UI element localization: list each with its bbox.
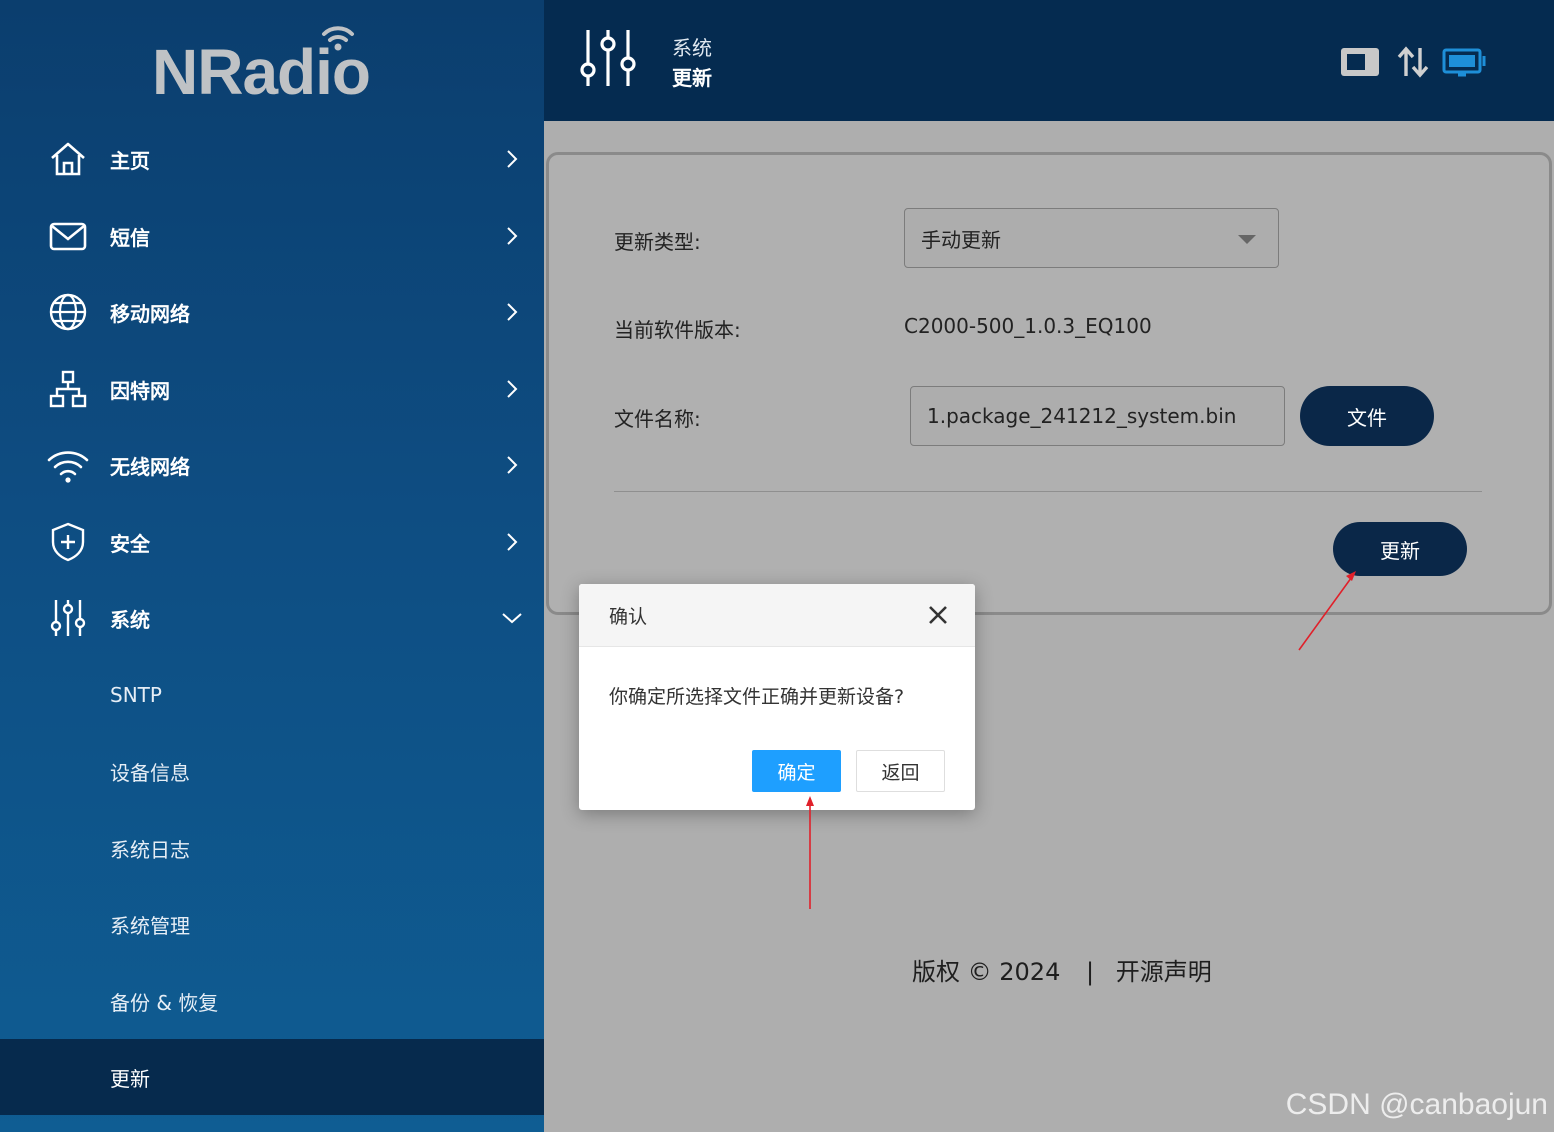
sidebar-item-label: 短信 xyxy=(110,225,150,250)
version-value: C2000-500_1.0.3_EQ100 xyxy=(904,314,1152,338)
sidebar-item-label: 系统 xyxy=(110,607,150,632)
top-header: 系统 更新 xyxy=(544,0,1554,121)
sidebar-item-label: 无线网络 xyxy=(110,454,190,479)
sidebar-item-label: 移动网络 xyxy=(110,301,190,326)
confirm-back-button[interactable]: 返回 xyxy=(856,750,945,792)
sidebar-item-system[interactable]: 系统 xyxy=(0,580,544,656)
dropdown-caret-icon xyxy=(1238,235,1256,244)
chevron-right-icon xyxy=(507,227,518,245)
choose-file-button[interactable]: 文件 xyxy=(1300,386,1434,446)
footer-separator: | xyxy=(1085,958,1095,986)
sliders-icon xyxy=(46,596,90,640)
sidebar-subitem-backup-restore[interactable]: 备份 & 恢复 xyxy=(0,963,544,1039)
shield-icon xyxy=(46,520,90,564)
footer: 版权 © 2024 | 开源声明 xyxy=(912,952,1216,987)
sidebar-item-label: 安全 xyxy=(110,531,150,556)
chevron-right-icon xyxy=(507,533,518,551)
confirm-ok-button[interactable]: 确定 xyxy=(752,750,841,792)
copyright-text: 版权 © 2024 xyxy=(912,958,1061,986)
dialog-header: 确认 xyxy=(579,584,975,647)
sidebar-subitem-update[interactable]: 更新 xyxy=(0,1039,544,1115)
sidebar-item-wireless[interactable]: 无线网络 xyxy=(0,427,544,503)
sidebar-item-security[interactable]: 安全 xyxy=(0,504,544,580)
update-button[interactable]: 更新 xyxy=(1333,522,1467,576)
dialog-title: 确认 xyxy=(609,606,648,628)
sidebar-item-internet[interactable]: 因特网 xyxy=(0,351,544,427)
network-icon xyxy=(46,367,90,411)
logo-wifi-icon xyxy=(322,26,354,51)
watermark: CSDN @canbaojun xyxy=(1285,1088,1548,1121)
dialog-message: 你确定所选择文件正确并更新设备? xyxy=(609,686,905,708)
chevron-right-icon xyxy=(507,456,518,474)
sidebar-item-home[interactable]: 主页 xyxy=(0,121,544,197)
sidebar: NRadio 主页 短信 移动网络 因特网 无线网络 安全 系统 SNTP 设备… xyxy=(0,0,544,1132)
display-icon xyxy=(1442,48,1486,77)
wifi-icon xyxy=(46,443,90,487)
globe-icon xyxy=(46,290,90,334)
divider xyxy=(614,491,1482,492)
sidebar-subitem-sntp[interactable]: SNTP xyxy=(0,657,544,733)
home-icon xyxy=(46,137,90,181)
chevron-right-icon xyxy=(507,380,518,398)
sidebar-item-label: 主页 xyxy=(110,148,150,173)
transfer-arrows-icon xyxy=(1397,46,1429,78)
sidebar-subitem-system-management[interactable]: 系统管理 xyxy=(0,886,544,962)
sim-card-icon xyxy=(1341,48,1379,76)
breadcrumb-section: 系统 xyxy=(672,36,712,60)
page-title: 更新 xyxy=(672,66,712,90)
sliders-icon xyxy=(580,30,636,86)
sidebar-item-label: 因特网 xyxy=(110,378,170,403)
filename-field[interactable] xyxy=(910,386,1285,446)
version-label: 当前软件版本: xyxy=(614,318,741,342)
close-icon[interactable] xyxy=(927,604,949,626)
update-type-label: 更新类型: xyxy=(614,230,701,254)
filename-label: 文件名称: xyxy=(614,407,701,431)
chevron-right-icon xyxy=(507,150,518,168)
chevron-down-icon xyxy=(502,613,522,624)
open-source-link[interactable]: 开源声明 xyxy=(1116,958,1212,986)
update-type-select[interactable]: 手动更新 xyxy=(904,208,1279,268)
chevron-right-icon xyxy=(507,303,518,321)
sidebar-item-mobile-network[interactable]: 移动网络 xyxy=(0,274,544,350)
sidebar-subitem-device-info[interactable]: 设备信息 xyxy=(0,733,544,809)
sidebar-item-sms[interactable]: 短信 xyxy=(0,198,544,274)
sidebar-subitem-system-log[interactable]: 系统日志 xyxy=(0,810,544,886)
mail-icon xyxy=(46,214,90,258)
